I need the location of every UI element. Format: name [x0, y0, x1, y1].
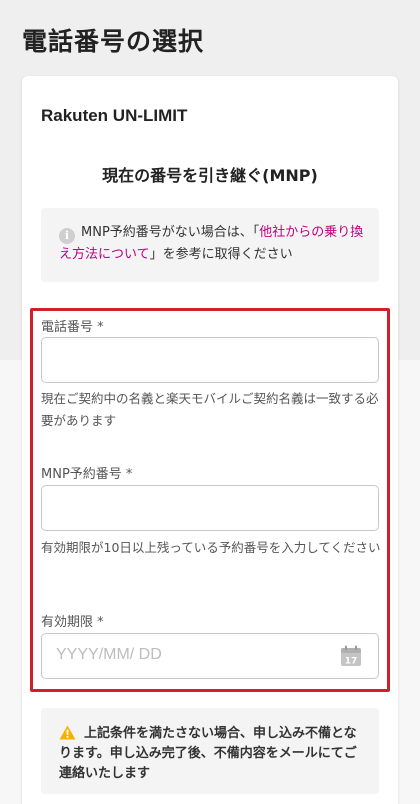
info-text-before: MNP予約番号がない場合は、「: [81, 225, 260, 240]
warning-text: 上記条件を満たさない場合、申し込み不備となります。申し込み完了後、不備内容をメー…: [59, 726, 357, 781]
warning-icon: [59, 725, 76, 740]
warning-box: 上記条件を満たさない場合、申し込み不備となります。申し込み完了後、不備内容をメー…: [41, 708, 379, 794]
section-title: 現在の番号を引き継ぐ(MNP): [102, 166, 318, 185]
plan-name: Rakuten UN-LIMIT: [41, 106, 188, 125]
page-title: 電話番号の選択: [22, 27, 205, 56]
info-icon: i: [59, 228, 75, 244]
info-box: i MNP予約番号がない場合は、「他社からの乗り換え方法について」を参考に取得くだ…: [41, 208, 379, 282]
info-text-after: 」を参考に取得ください: [149, 247, 293, 262]
highlight-frame: [30, 308, 390, 692]
